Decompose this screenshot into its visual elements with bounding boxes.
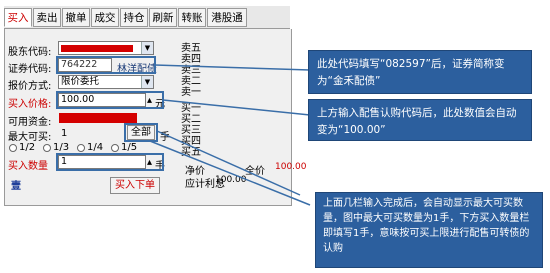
callout-buy-price: 上方输入配售认购代码后，此处数值会自动变为“100.00” xyxy=(308,99,532,141)
callout-buy-qty: 上面几栏输入完成后，会自动显示最大可买数量，图中最大可买数量为1手，下方买入数量… xyxy=(315,192,543,268)
callout-security-code: 此处代码填写“082597”后，证券简称变为“金禾配债” xyxy=(308,50,532,94)
